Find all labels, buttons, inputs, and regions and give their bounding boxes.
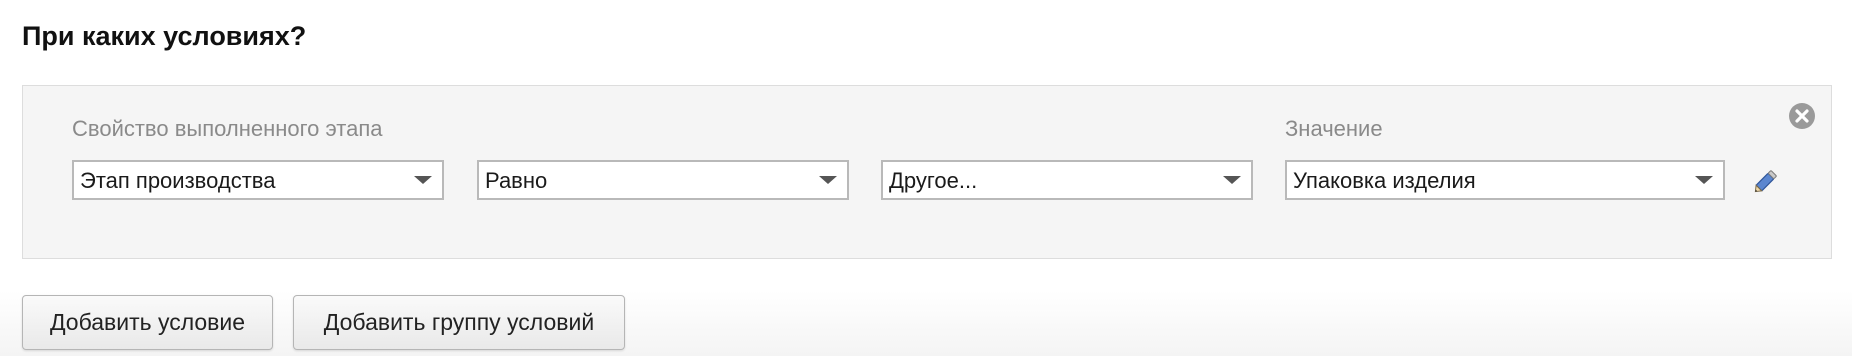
operator-select-value: Равно bbox=[485, 168, 548, 193]
value-type-select[interactable]: Другое... bbox=[881, 160, 1253, 200]
conditions-page: При каких условиях? Свойство выполненног… bbox=[0, 0, 1852, 356]
property-select[interactable]: Этап производства bbox=[72, 160, 444, 200]
add-condition-button[interactable]: Добавить условие bbox=[22, 295, 273, 350]
value-select-value: Упаковка изделия bbox=[1293, 168, 1476, 193]
add-condition-group-button[interactable]: Добавить группу условий bbox=[293, 295, 625, 350]
operator-select[interactable]: Равно bbox=[477, 160, 849, 200]
value-label: Значение bbox=[1285, 116, 1383, 141]
chevron-down-icon bbox=[1223, 176, 1241, 184]
chevron-down-icon bbox=[414, 176, 432, 184]
property-select-value: Этап производства bbox=[80, 168, 276, 193]
pencil-icon[interactable] bbox=[1752, 168, 1780, 194]
value-type-select-value: Другое... bbox=[889, 168, 978, 193]
chevron-down-icon bbox=[1695, 176, 1713, 184]
property-label: Свойство выполненного этапа bbox=[72, 116, 383, 141]
section-heading: При каких условиях? bbox=[22, 21, 307, 51]
value-select[interactable]: Упаковка изделия bbox=[1285, 160, 1725, 200]
close-circle-icon[interactable] bbox=[1788, 102, 1816, 130]
condition-row-panel: Свойство выполненного этапа Значение Эта… bbox=[22, 85, 1832, 259]
chevron-down-icon bbox=[819, 176, 837, 184]
